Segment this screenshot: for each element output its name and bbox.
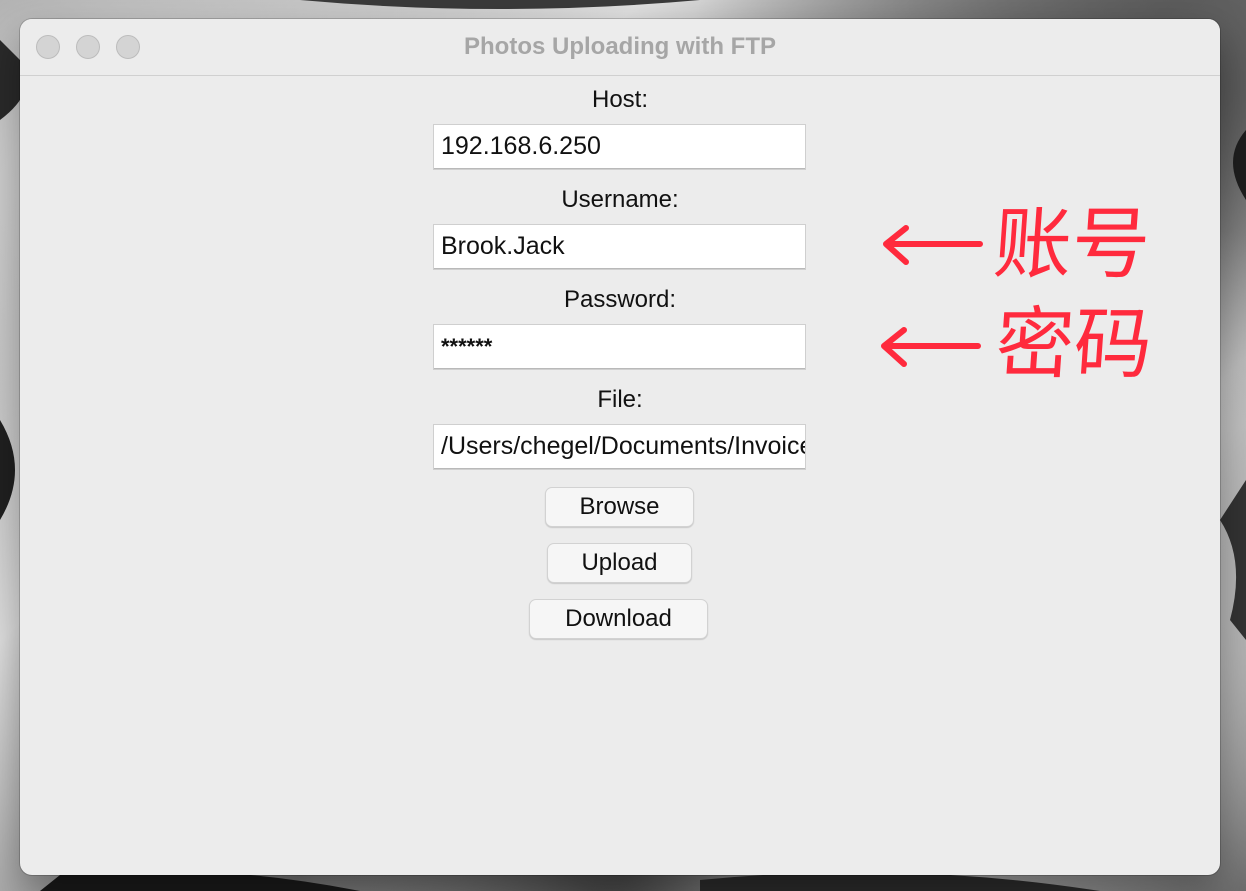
title-bar: Photos Uploading with FTP	[20, 19, 1220, 76]
host-input[interactable]: 192.168.6.250	[433, 124, 806, 170]
window-title: Photos Uploading with FTP	[464, 33, 776, 60]
browse-button[interactable]: Browse	[545, 487, 694, 527]
password-label: Password:	[563, 286, 677, 313]
ftp-window: Photos Uploading with FTP Host: 192.168.…	[20, 19, 1220, 875]
host-label: Host:	[591, 86, 648, 113]
download-button[interactable]: Download	[529, 599, 708, 639]
username-label: Username:	[561, 186, 679, 213]
file-path-input[interactable]: /Users/chegel/Documents/Invoice	[433, 424, 806, 470]
password-input[interactable]: ******	[433, 324, 806, 370]
upload-button[interactable]: Upload	[547, 543, 692, 583]
username-input[interactable]: Brook.Jack	[433, 224, 806, 270]
file-label: File:	[597, 386, 643, 413]
